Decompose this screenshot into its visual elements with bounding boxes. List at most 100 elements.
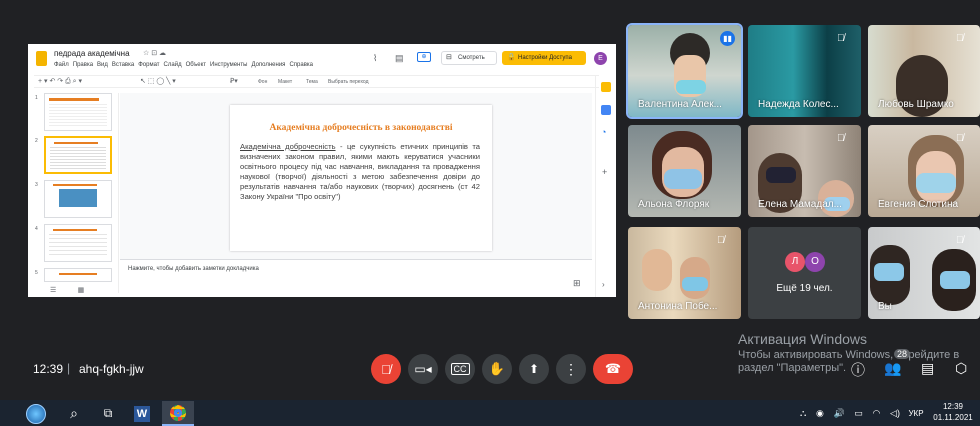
activities-icon[interactable]: ⬡ [955,360,967,377]
menu-item[interactable]: Слайд [164,62,182,68]
volume-icon[interactable]: ◁) [890,408,900,419]
face-mask [682,277,708,291]
participant-name: Вы [878,301,892,312]
toolbar-layout[interactable]: Макет [278,76,292,88]
tasks-icon[interactable] [601,105,611,115]
menu-item[interactable]: Правка [73,62,93,68]
participant-tile[interactable]: 🎙̸ Любовь Шрамко [868,25,980,117]
keep-icon[interactable] [601,82,611,92]
menu-item[interactable]: Объект [186,62,206,68]
slides-logo-icon [36,51,47,66]
calendar-icon[interactable]: ◔ [601,127,606,137]
battery-icon[interactable]: ▭ [854,408,863,419]
thumb-number: 5 [35,270,38,276]
captions-button[interactable]: CC [445,354,475,384]
clock-time[interactable]: 12:39 [935,402,971,411]
slide-thumb[interactable] [44,93,112,131]
participant-tile[interactable]: Альона Флоряк [628,125,741,217]
word-icon: W [134,405,150,422]
menu-item[interactable]: Файл [54,62,69,68]
chat-icon[interactable]: ▤ [921,360,934,377]
thumb-number: 1 [35,95,38,101]
slide-thumb[interactable] [44,268,112,282]
chrome-taskbar-button[interactable] [162,401,194,426]
input-language[interactable]: УКР [903,401,929,426]
more-options-button[interactable]: ⋮ [556,354,586,384]
new-slide-icon[interactable]: + ▾ ↶ ↷ ⎙ ⌕ ▾ [38,76,82,88]
raise-hand-button[interactable]: ✋ [482,354,512,384]
participant-tile[interactable]: 🎙̸ Евгения Слотина [868,125,980,217]
menu-item[interactable]: Формат [138,62,159,68]
hang-up-icon: ☎ [604,361,622,376]
participant-name: Валентина Алек... [638,99,722,110]
participant-tile[interactable]: ▮▮ Валентина Алек... [626,23,743,119]
slide-thumb-selected[interactable] [44,136,112,174]
toolbar-bg[interactable]: Фон [258,76,267,88]
participant-tile[interactable]: 🎙̸ Елена Мамадал... [748,125,861,217]
system-tray: ⛬ ◉ 🔊 ▭ ◠ ◁) [800,401,900,426]
wifi-icon[interactable]: ◠ [873,408,881,419]
clock-date[interactable]: 01.11.2021 [930,413,976,422]
start-button[interactable] [18,401,54,426]
participant-tile[interactable]: 🎙̸ Надежда Колес... [748,25,861,117]
slide-thumb[interactable] [44,224,112,262]
comment-icon[interactable]: ▤ [395,53,404,64]
textbox-icon[interactable]: Ꝑ▾ [230,76,238,88]
search-icon[interactable]: ⌕ [60,401,88,426]
mic-off-icon: 🎙̸ [956,133,964,144]
more-participants-label: Ещё 19 чел. [776,283,833,294]
toolbar-transition[interactable]: Выбрать переход [328,76,369,88]
thumb-number: 2 [35,138,38,144]
people-icon[interactable]: 👥 [884,360,901,377]
cursor-tool-icon[interactable]: ↖ ⬚ ◯ ╲ ▾ [140,76,176,88]
camera-toggle-button[interactable]: ▭◂ [408,354,438,384]
expand-panel-icon[interactable]: › [602,280,605,289]
end-call-button[interactable]: ☎ [593,354,633,384]
slideshow-icon: ⊟ [446,54,452,61]
more-participants-tile[interactable]: Л О Ещё 19 чел. [748,227,861,319]
menu-item[interactable]: Вид [97,62,108,68]
lock-icon: 🔒 [507,54,516,61]
present-button[interactable]: ⊟ Смотреть [441,51,497,65]
participant-name: Евгения Слотина [878,199,959,210]
thumb-number: 3 [35,182,38,188]
face-mask [916,173,956,193]
face-mask [676,80,706,94]
task-view-icon[interactable]: ⧉ [94,401,122,426]
hand-icon: ✋ [488,361,506,376]
meeting-info-icon[interactable]: ⓘ [851,360,865,380]
account-avatar[interactable]: Е [594,52,607,65]
slide-thumb[interactable] [44,180,112,218]
doc-title[interactable]: педрада академічна [54,49,130,58]
add-addon-icon[interactable]: + [602,167,607,177]
camera-icon: ▭◂ [414,362,432,376]
menu-item[interactable]: Справка [289,62,313,68]
meeting-code[interactable]: ahq-fgkh-jjw [79,362,144,376]
grid-view-icon[interactable]: ☰ ▦ [50,286,84,294]
activity-icon[interactable]: ⌇ [373,53,377,64]
share-button[interactable]: 🔒 Настройки Доступа [502,51,586,65]
menu-item[interactable]: Дополнения [251,62,285,68]
activation-line2: раздел "Параметры". [738,362,847,374]
mic-off-icon: 🎙̸ [956,33,964,44]
word-taskbar-button[interactable]: W [128,401,156,426]
participant-tile[interactable]: 🎙̸ Вы [868,227,980,319]
people-tray-icon[interactable]: ⛬ [800,408,806,419]
star-icon[interactable]: ☆ ⊡ ☁ [143,49,166,57]
explore-icon[interactable]: ⊞ [573,278,581,289]
meeting-time: 12:39 [33,362,64,376]
current-slide[interactable]: Академічна доброчесність в законодавстві… [230,105,492,251]
network-icon[interactable]: ◉ [816,408,824,419]
mic-off-icon: 🎙̸ [717,235,725,246]
mic-toggle-button[interactable]: 🎙̸ [371,354,401,384]
menu-item[interactable]: Инструменты [210,62,247,68]
sound-icon[interactable]: 🔊 [833,408,844,419]
meet-present-icon[interactable]: ⊕ [417,52,431,62]
menu-item[interactable]: Вставка [112,62,134,68]
participant-tile[interactable]: 🎙̸ Антонина Побе... [628,227,741,319]
present-now-button[interactable]: ⬆ [519,354,549,384]
speaker-notes[interactable]: Нажмите, чтобы добавить заметки докладчи… [120,259,592,293]
toolbar-theme[interactable]: Тема [306,76,318,88]
windows-start-icon [26,403,46,424]
menu-bar: Файл Правка Вид Вставка Формат Слайд Объект Инс… [54,62,317,68]
